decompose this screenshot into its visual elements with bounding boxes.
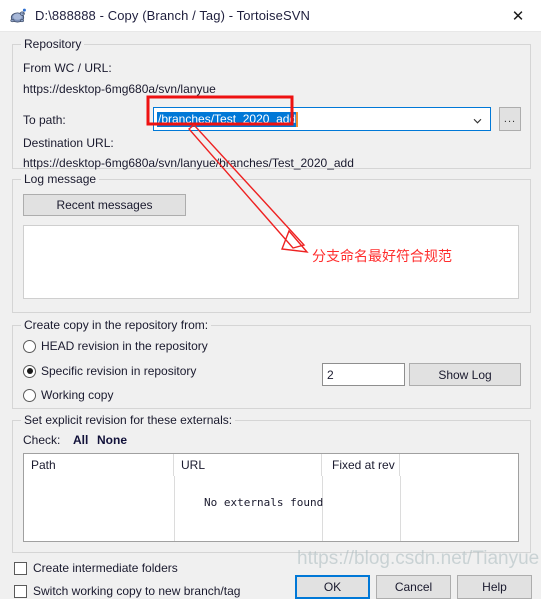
radio-head-revision-label: HEAD revision in the repository — [41, 339, 208, 353]
to-path-label: To path: — [23, 113, 66, 127]
checkbox-switch-working-copy-label: Switch working copy to new branch/tag — [33, 584, 241, 598]
log-message-group: Log message Recent messages — [12, 172, 531, 313]
log-message-textarea[interactable] — [23, 225, 519, 299]
externals-table-header: Path URL Fixed at rev — [24, 454, 518, 476]
log-message-group-legend: Log message — [21, 172, 100, 186]
create-copy-group: Create copy in the repository from: HEAD… — [12, 318, 531, 409]
checkbox-switch-working-copy[interactable]: Switch working copy to new branch/tag — [14, 584, 240, 598]
to-path-input[interactable]: /branches/Test_2020_add — [157, 111, 297, 127]
chevron-down-icon[interactable] — [473, 115, 482, 124]
tortoisesvn-turtle-icon — [9, 7, 27, 25]
revision-number-input[interactable]: 2 — [322, 363, 405, 386]
help-button[interactable]: Help — [457, 575, 532, 599]
radio-working-copy-label: Working copy — [41, 388, 114, 402]
browse-button[interactable]: ... — [499, 107, 521, 131]
destination-url-label: Destination URL: — [23, 136, 114, 150]
destination-url-value: https://desktop-6mg680a/svn/lanyue/branc… — [23, 156, 354, 170]
ok-button[interactable]: OK — [295, 575, 370, 599]
repository-group: Repository From WC / URL: https://deskto… — [12, 37, 531, 170]
to-path-combobox[interactable]: /branches/Test_2020_add — [153, 107, 491, 131]
externals-empty-message: No externals found — [204, 496, 324, 509]
radio-working-copy-indicator[interactable] — [23, 388, 36, 402]
externals-listview[interactable]: Path URL Fixed at rev No externals found — [23, 453, 519, 542]
radio-specific-revision-label: Specific revision in repository — [41, 364, 197, 378]
column-header-spacer — [400, 454, 518, 476]
column-header-path[interactable]: Path — [24, 454, 174, 476]
radio-specific-revision[interactable]: Specific revision in repository — [23, 364, 196, 378]
checkbox-create-intermediate-folders-indicator[interactable] — [14, 561, 27, 575]
close-icon[interactable]: ✕ — [495, 0, 541, 31]
radio-head-revision-indicator[interactable] — [23, 339, 36, 353]
radio-head-revision[interactable]: HEAD revision in the repository — [23, 339, 208, 353]
checkbox-create-intermediate-folders-label: Create intermediate folders — [33, 561, 178, 575]
show-log-button[interactable]: Show Log — [409, 363, 521, 386]
checkbox-create-intermediate-folders[interactable]: Create intermediate folders — [14, 561, 178, 575]
dialog-body: Repository From WC / URL: https://deskto… — [0, 32, 541, 599]
from-wc-url-label: From WC / URL: — [23, 61, 112, 75]
text-caret — [296, 111, 299, 127]
column-divider-2 — [322, 476, 323, 541]
column-divider-3 — [400, 476, 401, 541]
cancel-button[interactable]: Cancel — [376, 575, 451, 599]
from-wc-url-value: https://desktop-6mg680a/svn/lanyue — [23, 82, 216, 96]
checkbox-switch-working-copy-indicator[interactable] — [14, 584, 27, 598]
check-none-link[interactable]: None — [97, 433, 127, 447]
repository-group-legend: Repository — [21, 37, 85, 51]
radio-specific-revision-indicator[interactable] — [23, 364, 36, 378]
column-header-fixed-at-rev[interactable]: Fixed at rev — [322, 454, 400, 476]
externals-table-body: No externals found — [24, 476, 518, 541]
check-all-link[interactable]: All — [73, 433, 88, 447]
create-copy-group-legend: Create copy in the repository from: — [21, 318, 212, 332]
window-title: D:\888888 - Copy (Branch / Tag) - Tortoi… — [35, 8, 310, 23]
externals-group: Set explicit revision for these external… — [12, 413, 531, 553]
radio-working-copy[interactable]: Working copy — [23, 388, 113, 402]
column-divider-1 — [174, 476, 175, 541]
title-bar: D:\888888 - Copy (Branch / Tag) - Tortoi… — [0, 0, 541, 32]
column-header-url[interactable]: URL — [174, 454, 322, 476]
check-label: Check: — [23, 433, 61, 447]
externals-group-legend: Set explicit revision for these external… — [21, 413, 236, 427]
recent-messages-button[interactable]: Recent messages — [23, 194, 186, 216]
